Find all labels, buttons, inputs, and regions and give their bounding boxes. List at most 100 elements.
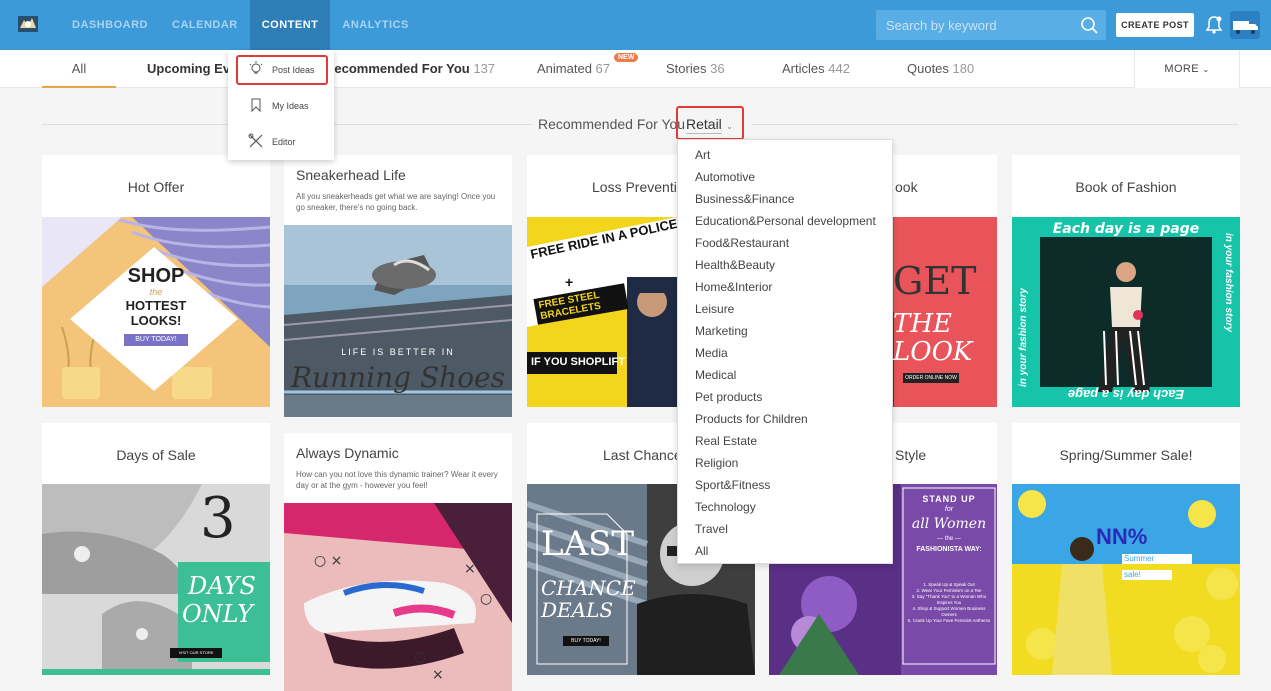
industry-option[interactable]: Products for Children xyxy=(678,408,892,430)
fashion-left-text: in your fashion story xyxy=(1018,288,1029,387)
spring-sale-text: sale! xyxy=(1124,570,1141,579)
fashion-top-text: Each day is a page xyxy=(1052,221,1200,237)
tab-recommended-label: Recommended For You xyxy=(325,61,470,76)
style-list-item: 3. Say "Thank You" to a Woman Who Inspir… xyxy=(911,594,987,605)
more-tabs-button[interactable]: MORE ⌄ xyxy=(1134,50,1240,88)
style-list: 1. Speak Up & Speak Out 2. Wear Your Fem… xyxy=(907,582,991,624)
industry-option[interactable]: Real Estate xyxy=(678,430,892,452)
sneaker-life-text: LIFE IS BETTER IN xyxy=(341,347,455,357)
spring-nn-text: NN% xyxy=(1096,524,1148,549)
style-stand-text: STAND UP xyxy=(922,494,976,504)
spring-summer-text: Summer xyxy=(1124,554,1155,563)
industry-option[interactable]: All xyxy=(678,540,892,562)
last-buy-text: BUY TODAY! xyxy=(563,636,609,646)
tab-recommended[interactable]: Recommended For You 137 xyxy=(325,50,495,88)
industry-option[interactable]: Media xyxy=(678,342,892,364)
card-title: Days of Sale xyxy=(116,447,196,463)
search-input[interactable] xyxy=(876,10,1076,40)
idea-card-book-of-fashion[interactable]: Book of Fashion Each day is a page in yo… xyxy=(1012,155,1240,407)
industry-option[interactable]: Education&Personal development xyxy=(678,210,892,232)
search-box xyxy=(876,10,1106,40)
industry-option[interactable]: Leisure xyxy=(678,298,892,320)
nav-dashboard[interactable]: DASHBOARD xyxy=(60,0,160,50)
industry-option[interactable]: Art xyxy=(678,144,892,166)
style-women-text: all Women xyxy=(911,516,987,532)
svg-text:×: × xyxy=(464,561,476,577)
industry-option[interactable]: Pet products xyxy=(678,386,892,408)
tab-all[interactable]: All xyxy=(42,50,116,88)
industry-option[interactable]: Religion xyxy=(678,452,892,474)
industry-option[interactable]: Business&Finance xyxy=(678,188,892,210)
card-title: Sneakerhead Life xyxy=(296,167,406,183)
svg-text:○: ○ xyxy=(480,591,492,607)
tab-animated[interactable]: Animated 67 xyxy=(537,50,610,88)
create-post-button[interactable]: CREATE POST xyxy=(1116,13,1194,37)
card-image-hot-offer: SHOP the HOTTEST LOOKS! BUY TODAY! xyxy=(42,217,270,407)
sneaker-running-text: Running Shoes xyxy=(290,361,505,394)
last-deals-text: DEALS xyxy=(541,598,614,622)
idea-card-spring-summer-sale[interactable]: Spring/Summer Sale! NN% Summer sale! xyxy=(1012,423,1240,675)
card-title: Book of Fashion xyxy=(1075,179,1177,195)
new-badge: NEW xyxy=(614,53,639,62)
menu-item-my-ideas[interactable]: My Ideas xyxy=(228,91,334,121)
card-description: How can you not love this dynamic traine… xyxy=(296,470,498,490)
card-description: All you sneakerheads get what we are say… xyxy=(296,192,496,212)
tab-stories-label: Stories xyxy=(666,61,707,76)
hot-offer-the-text: the xyxy=(149,287,163,297)
industry-selected-value: Retail xyxy=(686,116,722,134)
industry-option[interactable]: Health&Beauty xyxy=(678,254,892,276)
menu-item-label: Editor xyxy=(272,137,296,147)
idea-card-sneakerhead[interactable]: Sneakerhead Life All you sneakerheads ge… xyxy=(284,155,512,417)
industry-dropdown-menu: Art Automotive Business&Finance Educatio… xyxy=(677,139,893,564)
more-label: MORE xyxy=(1164,63,1200,75)
industry-option[interactable]: Technology xyxy=(678,496,892,518)
search-icon[interactable] xyxy=(1080,16,1098,34)
industry-select[interactable]: Retail ⌄ xyxy=(676,106,744,140)
card-image-sneakerhead: LIFE IS BETTER IN Running Shoes xyxy=(284,225,512,417)
industry-option[interactable]: Food&Restaurant xyxy=(678,232,892,254)
avatar-truck-icon xyxy=(1230,11,1260,39)
fashion-model-graphic xyxy=(1012,217,1240,407)
nav-content[interactable]: CONTENT xyxy=(249,0,331,50)
post-ideas-highlight xyxy=(236,55,328,85)
days-only-text: ONLY xyxy=(182,600,253,628)
idea-card-always-dynamic[interactable]: Always Dynamic How can you not love this… xyxy=(284,433,512,691)
card-title: Always Dynamic xyxy=(296,445,399,461)
tab-articles-count: 442 xyxy=(828,61,850,76)
top-nav-bar: DASHBOARD CALENDAR CONTENT ANALYTICS CRE… xyxy=(0,0,1271,50)
idea-card-hot-offer[interactable]: Hot Offer SHOP the HOTTEST LOOKS! BUY TO… xyxy=(42,155,270,407)
tab-stories[interactable]: Stories 36 xyxy=(666,50,725,88)
card-image-spring-summer-sale: NN% Summer sale! xyxy=(1012,484,1240,675)
look-the-text: THE xyxy=(893,309,952,339)
fashion-bottom-text: Each day is a page xyxy=(1067,387,1185,402)
industry-option[interactable]: Home&Interior xyxy=(678,276,892,298)
tab-recommended-count: 137 xyxy=(473,61,496,76)
user-avatar[interactable] xyxy=(1230,11,1260,39)
notifications-bell-icon[interactable] xyxy=(1203,14,1225,36)
divider-right xyxy=(752,124,1238,125)
tools-icon xyxy=(248,133,263,148)
chevron-down-icon: ⌄ xyxy=(725,121,734,131)
style-list-item: 5. Crank Up Your Fave Feminist Anthems xyxy=(907,618,991,623)
industry-option[interactable]: Medical xyxy=(678,364,892,386)
tab-articles[interactable]: Articles 442 xyxy=(782,50,850,88)
nav-analytics[interactable]: ANALYTICS xyxy=(330,0,420,50)
industry-option[interactable]: Sport&Fitness xyxy=(678,474,892,496)
hot-offer-looks-text: LOOKS! xyxy=(130,313,182,328)
idea-card-days-of-sale[interactable]: Days of Sale 3 DAYS ONLY VISIT OUR STORE xyxy=(42,423,270,675)
industry-option[interactable]: Marketing xyxy=(678,320,892,342)
days-visit-text: VISIT OUR STORE xyxy=(178,650,214,655)
tab-animated-label: Animated xyxy=(537,61,592,76)
nav-calendar[interactable]: CALENDAR xyxy=(160,0,250,50)
tab-quotes[interactable]: Quotes 180 xyxy=(907,50,974,88)
last-chance-text: CHANCE xyxy=(541,576,636,600)
industry-option[interactable]: Automotive xyxy=(678,166,892,188)
menu-item-editor[interactable]: Editor xyxy=(228,127,334,157)
brand-logo-icon[interactable] xyxy=(16,12,40,36)
industry-option[interactable]: Travel xyxy=(678,518,892,540)
recommended-label: Recommended For You xyxy=(538,116,686,132)
hot-offer-buy-text: BUY TODAY! xyxy=(124,334,188,346)
tab-articles-label: Articles xyxy=(782,61,825,76)
sneaker-promo-graphic: ○ × × ○ ○ × xyxy=(284,503,512,691)
last-last-text: LAST xyxy=(541,524,635,564)
